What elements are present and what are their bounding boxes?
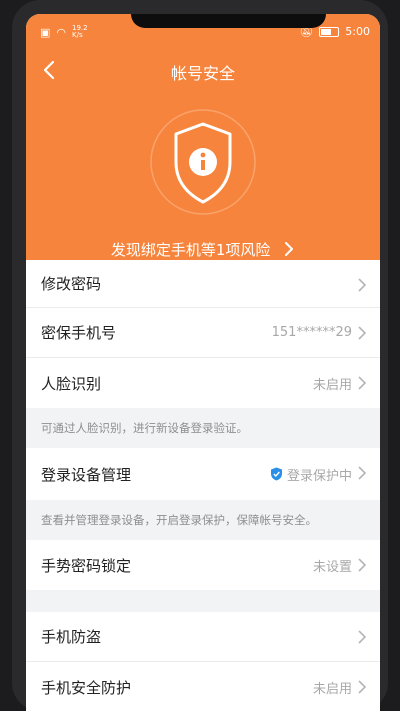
chevron-right-icon	[358, 466, 366, 480]
chevron-right-icon	[358, 376, 366, 390]
gesture-lock-status: 未设置	[312, 559, 352, 575]
settings-list: 修改密码 密保手机号 151******29 人脸识别 未启用 可通过人脸识别，…	[26, 260, 380, 711]
chevron-right-icon	[358, 278, 366, 292]
page-title: 帐号安全	[170, 64, 235, 83]
chevron-right-icon	[358, 680, 366, 694]
risk-text: 发现绑定手机等1项风险	[110, 241, 271, 259]
chevron-right-icon	[285, 242, 294, 256]
row-security-phone[interactable]: 密保手机号 151******29	[26, 308, 380, 358]
camera-notch	[131, 14, 326, 28]
row-gesture-lock[interactable]: 手势密码锁定 未设置	[26, 540, 380, 590]
risk-warning-link[interactable]: 发现绑定手机等1项风险	[26, 239, 380, 260]
sim-icon: ▣	[40, 25, 51, 39]
row-device-management[interactable]: 登录设备管理 登录保护中	[26, 448, 380, 500]
face-id-hint: 可通过人脸识别，进行新设备登录验证。	[26, 408, 380, 448]
network-speed: 19.2 K/s	[72, 24, 88, 39]
chevron-right-icon	[358, 630, 366, 644]
screen: ▣ ◠ 19.2 K/s 🔕︎ 5:00 帐号安全 发现绑定手机等1项风险 修改…	[26, 14, 380, 711]
row-phone-security[interactable]: 手机安全防护 未启用	[26, 662, 380, 711]
security-shield	[138, 106, 268, 218]
shield-info-icon	[150, 109, 256, 215]
battery-icon	[319, 26, 340, 37]
face-id-status: 未启用	[312, 377, 352, 393]
row-label: 手势密码锁定	[41, 556, 132, 575]
row-label: 手机安全防护	[41, 678, 132, 697]
row-anti-theft[interactable]: 手机防盗	[26, 612, 380, 662]
row-label: 手机防盗	[41, 628, 102, 646]
row-label: 修改密码	[41, 275, 102, 293]
section-gap	[26, 590, 380, 612]
device-management-hint: 查看并管理登录设备，开启登录保护，保障帐号安全。	[26, 500, 380, 540]
chevron-right-icon	[358, 558, 366, 572]
row-face-id[interactable]: 人脸识别 未启用	[26, 358, 380, 408]
shield-check-icon	[270, 467, 282, 481]
header: ▣ ◠ 19.2 K/s 🔕︎ 5:00 帐号安全 发现绑定手机等1项风险	[26, 14, 380, 260]
row-change-password[interactable]: 修改密码	[26, 260, 380, 308]
device-protection-status: 登录保护中	[270, 465, 352, 484]
row-label: 登录设备管理	[41, 465, 132, 484]
phone-security-status: 未启用	[312, 681, 352, 697]
status-time: 5:00	[345, 25, 370, 38]
wifi-icon: ◠	[56, 25, 67, 39]
phone-number-value: 151******29	[271, 325, 352, 340]
row-label: 密保手机号	[41, 324, 117, 342]
device-protection-text: 登录保护中	[286, 468, 352, 484]
row-label: 人脸识别	[41, 374, 102, 393]
chevron-right-icon	[358, 326, 366, 340]
